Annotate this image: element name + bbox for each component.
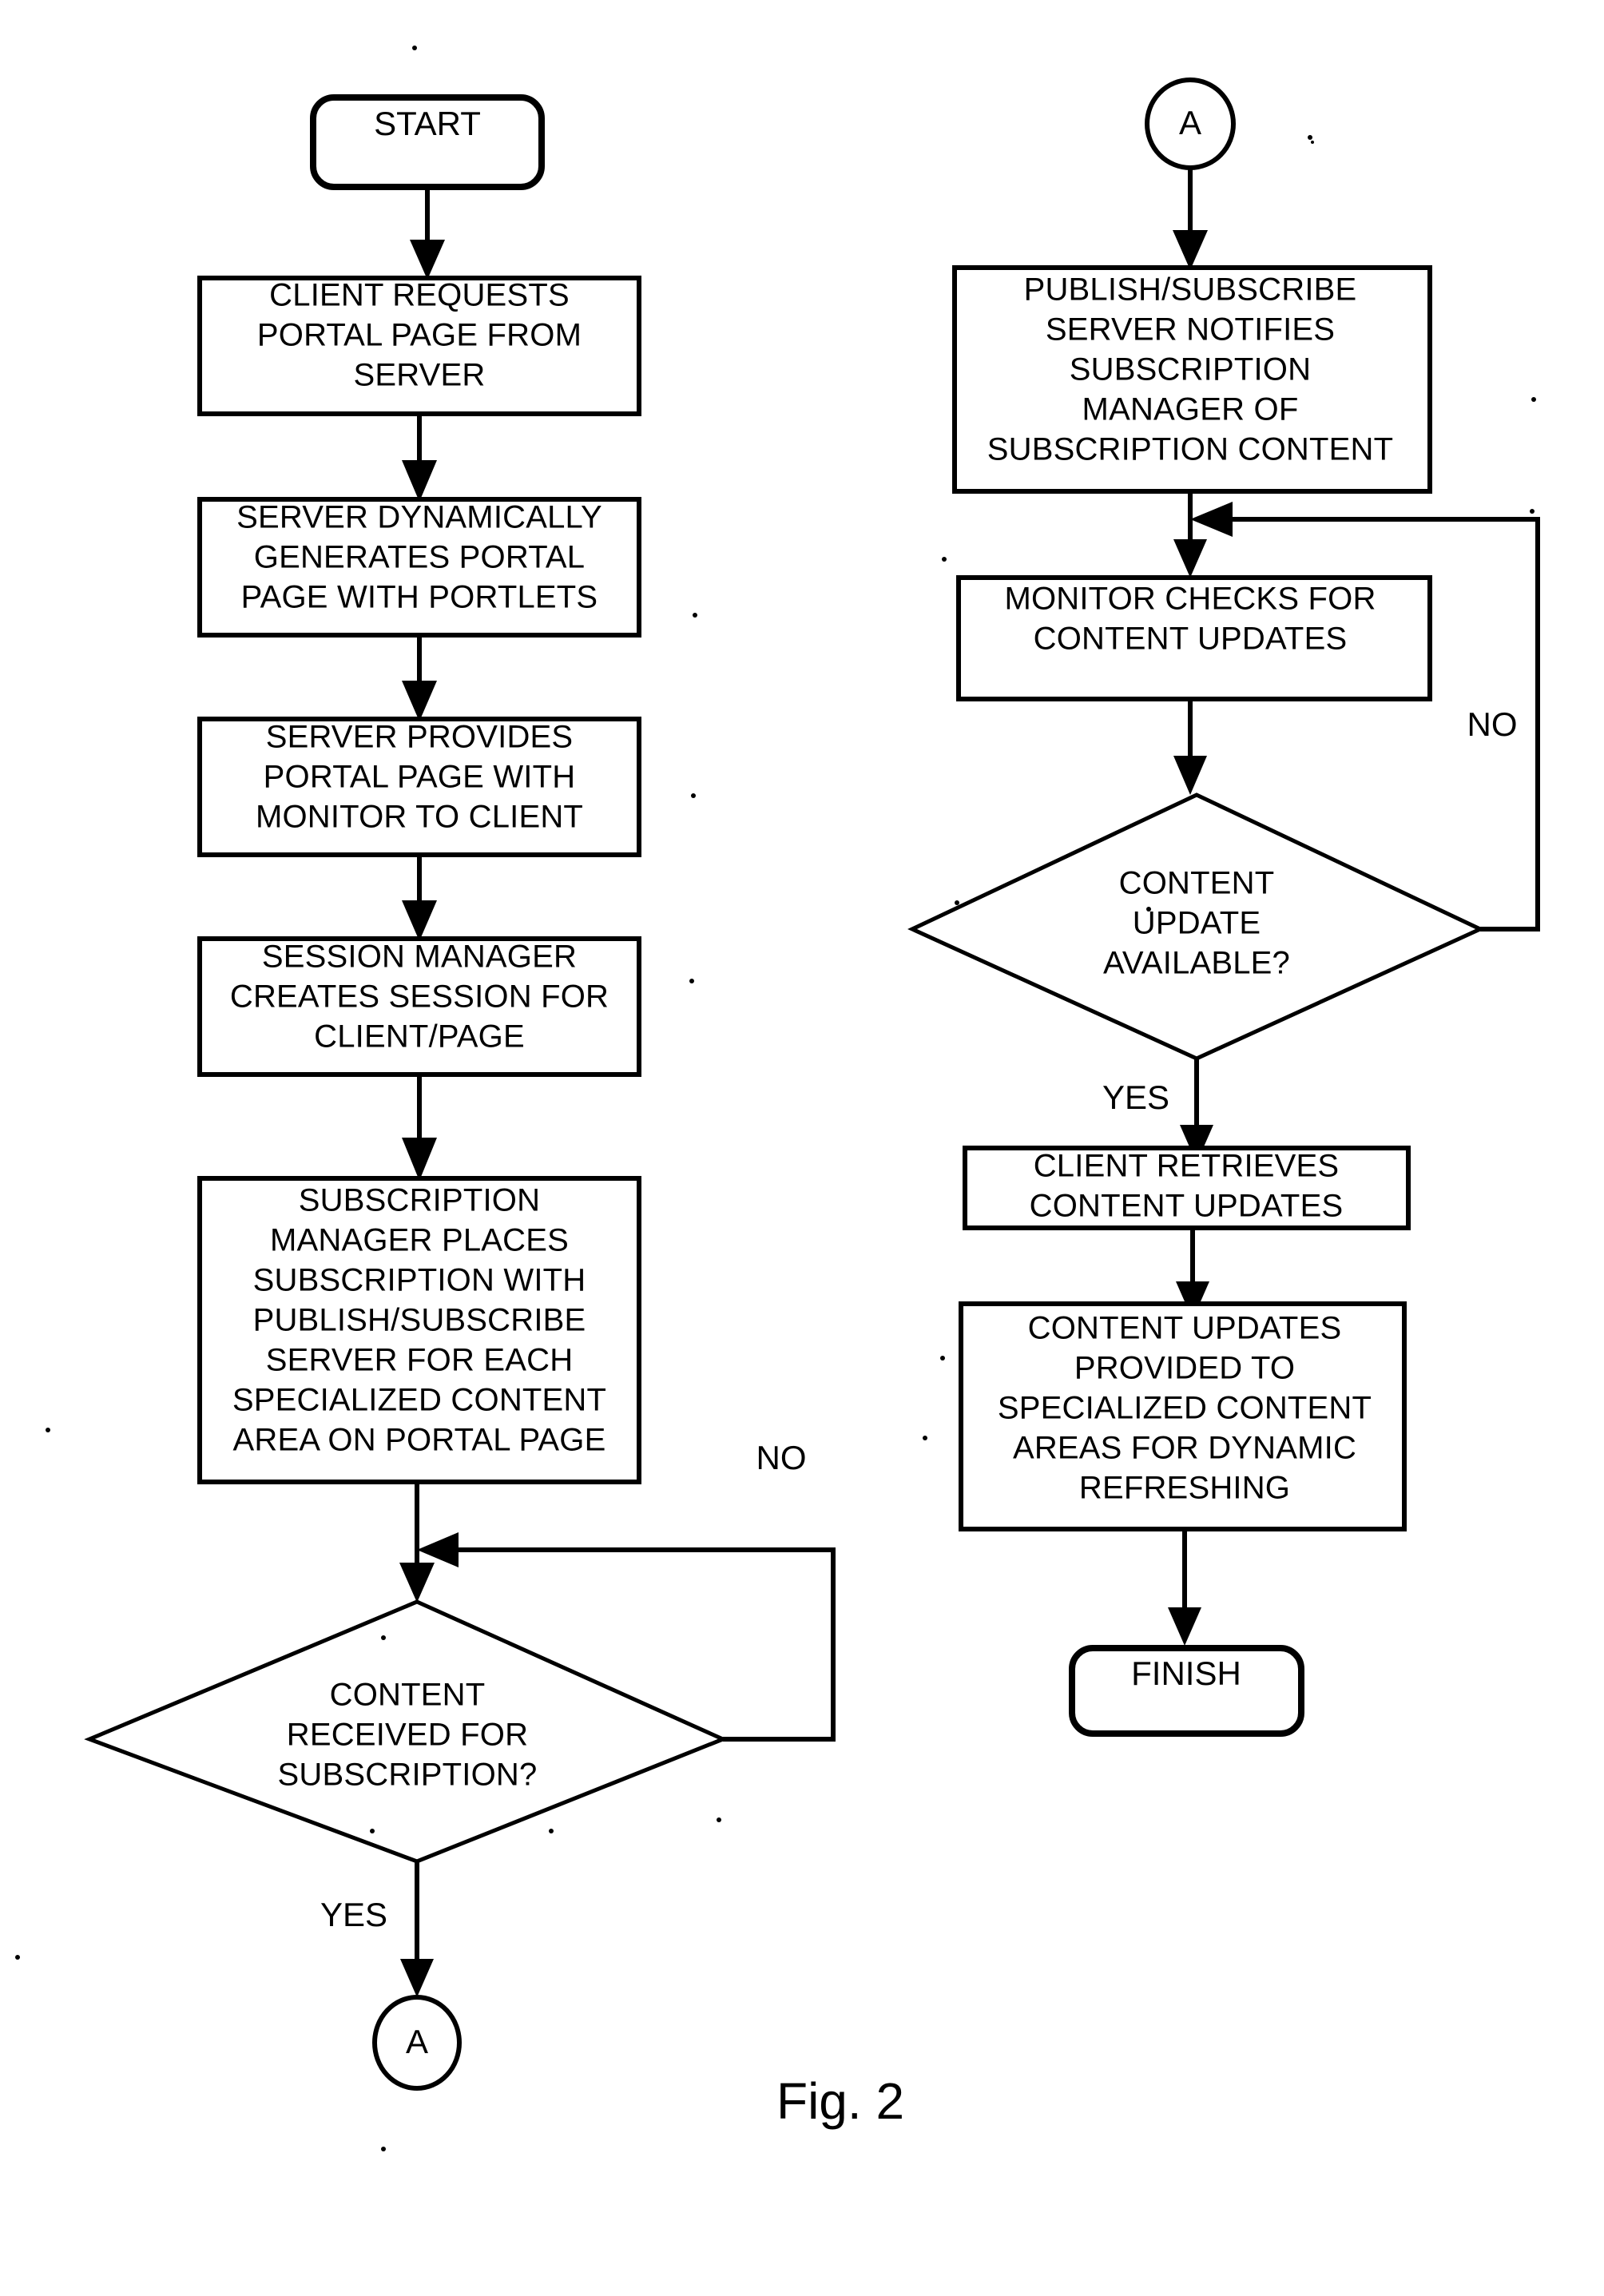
server-provides-line-2: PORTAL PAGE WITH bbox=[264, 760, 576, 795]
connector-a-in-label: A bbox=[1179, 104, 1201, 141]
session-manager-line-3: CLIENT/PAGE bbox=[314, 1019, 525, 1055]
node-pubsub-notifies: PUBLISH/SUBSCRIBE SERVER NOTIFIES SUBSCR… bbox=[952, 265, 1432, 494]
subscription-manager-line-7: AREA ON PORTAL PAGE bbox=[233, 1423, 606, 1458]
node-client-requests: CLIENT REQUESTS PORTAL PAGE FROM SERVER bbox=[197, 276, 641, 416]
client-retrieves-line-2: CONTENT UPDATES bbox=[1030, 1189, 1344, 1224]
node-content-received-decision: CONTENT RECEIVED FOR SUBSCRIPTION? bbox=[84, 1599, 729, 1864]
pubsub-notifies-line-2: SERVER NOTIFIES bbox=[1046, 312, 1335, 348]
figure-caption: Fig. 2 bbox=[776, 2072, 904, 2130]
server-generates-line-2: GENERATES PORTAL bbox=[254, 540, 585, 575]
content-update-yes-label: YES bbox=[1102, 1078, 1169, 1116]
edge-pubsub-to-monitor bbox=[1173, 491, 1207, 578]
patent-figure-page: START CLIENT REQUESTS PORTAL PAGE FROM S… bbox=[0, 0, 1604, 2296]
content-received-yes-label: YES bbox=[320, 1896, 387, 1933]
node-start: START bbox=[310, 94, 545, 190]
subscription-manager-line-5: SERVER FOR EACH bbox=[266, 1343, 574, 1378]
pubsub-notifies-line-3: SUBSCRIPTION bbox=[1070, 352, 1311, 387]
arrowhead-icon bbox=[1173, 756, 1207, 795]
arrowhead-icon bbox=[399, 1563, 435, 1603]
node-client-retrieves: CLIENT RETRIEVES CONTENT UPDATES bbox=[963, 1146, 1411, 1230]
node-subscription-manager: SUBSCRIPTION MANAGER PLACES SUBSCRIPTION… bbox=[197, 1176, 641, 1484]
node-connector-a-out: A bbox=[372, 1995, 462, 2091]
updates-provided-line-4: AREAS FOR DYNAMIC bbox=[1013, 1431, 1356, 1466]
start-label: START bbox=[374, 105, 481, 142]
updates-provided-line-5: REFRESHING bbox=[1079, 1471, 1290, 1506]
edge-client-requests-to-server-generates bbox=[402, 414, 437, 502]
content-update-no-label: NO bbox=[1467, 705, 1518, 743]
flowchart-diagram: START CLIENT REQUESTS PORTAL PAGE FROM S… bbox=[15, 46, 1540, 2151]
connector-a-out-label: A bbox=[406, 2023, 428, 2060]
monitor-checks-line-1: MONITOR CHECKS FOR bbox=[1004, 582, 1376, 617]
updates-provided-line-1: CONTENT UPDATES bbox=[1028, 1311, 1342, 1346]
content-received-line-3: SUBSCRIPTION? bbox=[278, 1758, 538, 1793]
edge-connector-a-in-to-pubsub bbox=[1173, 168, 1208, 270]
arrowhead-icon bbox=[402, 1138, 437, 1181]
arrowhead-icon bbox=[402, 460, 437, 502]
client-requests-line-2: PORTAL PAGE FROM bbox=[257, 318, 582, 353]
edge-server-generates-to-server-provides bbox=[402, 635, 437, 721]
subscription-manager-line-2: MANAGER PLACES bbox=[270, 1223, 569, 1258]
monitor-checks-line-2: CONTENT UPDATES bbox=[1034, 622, 1348, 657]
node-connector-a-in: A bbox=[1145, 77, 1236, 170]
edge-updates-provided-to-finish bbox=[1168, 1529, 1201, 1646]
server-generates-line-3: PAGE WITH PORTLETS bbox=[241, 580, 598, 615]
edge-subscription-manager-to-content-received bbox=[399, 1482, 435, 1603]
arrowhead-icon bbox=[1190, 502, 1233, 537]
node-finish: FINISH bbox=[1069, 1645, 1304, 1737]
arrowhead-icon bbox=[1168, 1607, 1201, 1646]
client-retrieves-line-1: CLIENT RETRIEVES bbox=[1034, 1149, 1340, 1184]
node-server-generates: SERVER DYNAMICALLY GENERATES PORTAL PAGE… bbox=[197, 497, 641, 638]
pubsub-notifies-line-5: SUBSCRIPTION CONTENT bbox=[987, 432, 1393, 467]
arrowhead-icon bbox=[400, 1959, 434, 1997]
edge-monitor-to-content-update-decision bbox=[1173, 699, 1207, 795]
arrowhead-icon bbox=[417, 1532, 459, 1567]
arrowhead-icon bbox=[402, 900, 437, 941]
edge-server-provides-to-session-manager bbox=[402, 855, 437, 941]
content-update-line-2: UPDATE bbox=[1133, 906, 1261, 941]
server-provides-line-3: MONITOR TO CLIENT bbox=[256, 800, 583, 835]
content-received-line-2: RECEIVED FOR bbox=[287, 1718, 528, 1753]
session-manager-line-2: CREATES SESSION FOR bbox=[230, 979, 609, 1015]
subscription-manager-line-6: SPECIALIZED CONTENT bbox=[232, 1383, 606, 1418]
subscription-manager-line-4: PUBLISH/SUBSCRIBE bbox=[253, 1303, 586, 1338]
subscription-manager-line-1: SUBSCRIPTION bbox=[299, 1183, 540, 1218]
node-updates-provided: CONTENT UPDATES PROVIDED TO SPECIALIZED … bbox=[959, 1301, 1407, 1531]
server-provides-line-1: SERVER PROVIDES bbox=[266, 720, 574, 755]
content-received-line-1: CONTENT bbox=[330, 1678, 486, 1713]
arrowhead-icon bbox=[1173, 230, 1208, 270]
content-received-no-label: NO bbox=[756, 1439, 807, 1476]
arrowhead-icon bbox=[1173, 539, 1207, 578]
updates-provided-line-3: SPECIALIZED CONTENT bbox=[998, 1391, 1372, 1426]
subscription-manager-line-3: SUBSCRIPTION WITH bbox=[253, 1263, 586, 1298]
edge-session-manager-to-subscription-manager bbox=[402, 1075, 437, 1181]
content-update-line-3: AVAILABLE? bbox=[1103, 946, 1290, 981]
finish-label: FINISH bbox=[1131, 1654, 1241, 1692]
arrowhead-icon bbox=[410, 240, 445, 280]
node-content-update-decision: CONTENT UPDATE AVAILABLE? bbox=[907, 792, 1485, 1061]
updates-provided-line-2: PROVIDED TO bbox=[1074, 1351, 1295, 1386]
node-session-manager: SESSION MANAGER CREATES SESSION FOR CLIE… bbox=[197, 936, 641, 1077]
client-requests-line-3: SERVER bbox=[354, 358, 486, 393]
content-update-line-1: CONTENT bbox=[1119, 866, 1275, 901]
node-monitor-checks: MONITOR CHECKS FOR CONTENT UPDATES bbox=[956, 575, 1432, 701]
session-manager-line-1: SESSION MANAGER bbox=[262, 939, 577, 975]
edge-start-to-client-requests bbox=[410, 187, 445, 280]
server-generates-line-1: SERVER DYNAMICALLY bbox=[236, 500, 602, 535]
arrowhead-icon bbox=[402, 681, 437, 721]
pubsub-notifies-line-1: PUBLISH/SUBSCRIBE bbox=[1024, 272, 1357, 308]
node-server-provides: SERVER PROVIDES PORTAL PAGE WITH MONITOR… bbox=[197, 717, 641, 857]
edge-content-received-yes-to-connector-a: YES bbox=[320, 1861, 434, 1997]
client-requests-line-1: CLIENT REQUESTS bbox=[269, 278, 570, 313]
pubsub-notifies-line-4: MANAGER OF bbox=[1082, 392, 1299, 427]
